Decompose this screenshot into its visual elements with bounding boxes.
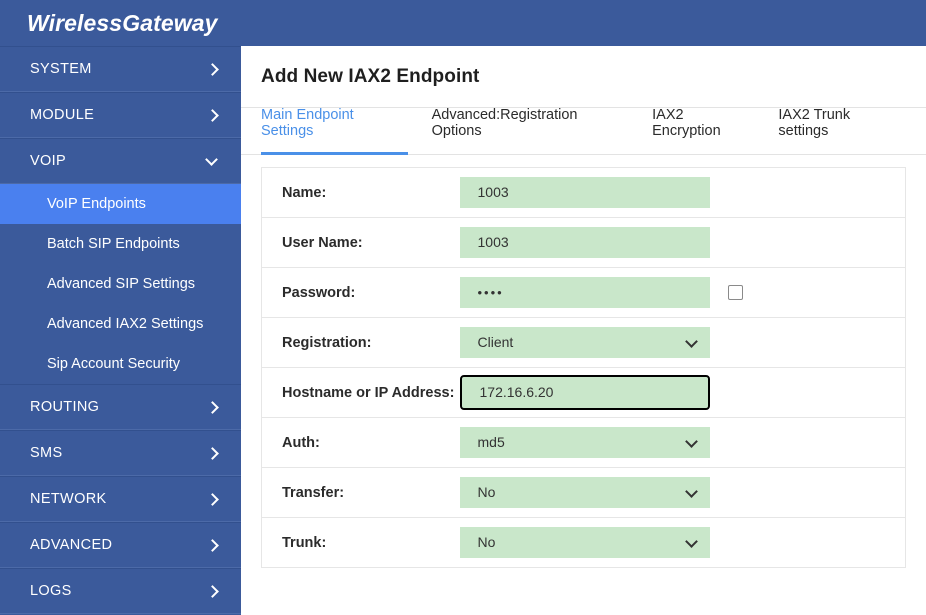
tab-advanced-registration-options[interactable]: Advanced:Registration Options [432, 107, 629, 155]
sidebar-nav[interactable]: SYSTEM MODULE VOIP VoIP Endpoints Batch … [0, 46, 241, 615]
form-row-registration: Registration: Client [261, 318, 906, 368]
registration-field-cell: Client [459, 318, 906, 368]
sidebar-group-routing-label: ROUTING [30, 399, 100, 415]
transfer-field-cell: No [459, 468, 906, 518]
hostname-label: Hostname or IP Address: [282, 384, 455, 401]
main-content: Add New IAX2 Endpoint Main Endpoint Sett… [241, 46, 926, 615]
form-container: Name: 1003 User Name: 1003 Password: •••… [241, 155, 926, 568]
sidebar-item-batch-sip-endpoints[interactable]: Batch SIP Endpoints [0, 224, 241, 264]
form-row-transfer: Transfer: No [261, 468, 906, 518]
name-input[interactable]: 1003 [459, 177, 710, 208]
sidebar-item-label: VoIP Endpoints [47, 196, 146, 212]
auth-select-value: md5 [477, 434, 505, 450]
chevron-right-icon [205, 446, 219, 460]
chevron-down-icon [686, 537, 697, 548]
auth-select[interactable]: md5 [459, 427, 710, 458]
sidebar-item-label: Batch SIP Endpoints [47, 236, 180, 252]
chevron-down-icon [686, 437, 697, 448]
chevron-down-icon [686, 487, 697, 498]
page-title: Add New IAX2 Endpoint [241, 46, 926, 108]
name-label: Name: [282, 184, 327, 201]
chevron-down-icon [686, 337, 697, 348]
chevron-right-icon [205, 62, 219, 76]
chevron-right-icon [205, 400, 219, 414]
chevron-down-icon [205, 154, 219, 168]
form-row-trunk: Trunk: No [261, 518, 906, 568]
tab-label: IAX2 Trunk settings [778, 107, 851, 139]
sidebar-group-voip[interactable]: VOIP [0, 138, 241, 184]
password-field-cell: •••• [459, 268, 906, 318]
form-row-name: Name: 1003 [261, 168, 906, 218]
tab-label: Main Endpoint Settings [261, 107, 354, 139]
tab-label: IAX2 Encryption [652, 107, 721, 139]
form-row-password: Password: •••• [261, 268, 906, 318]
registration-select-value: Client [477, 334, 514, 350]
trunk-select[interactable]: No [459, 527, 710, 558]
sidebar-group-network[interactable]: NETWORK [0, 476, 241, 522]
user-name-label: User Name: [282, 234, 363, 251]
transfer-select-value: No [477, 484, 496, 500]
form-row-auth: Auth: md5 [261, 418, 906, 468]
transfer-label: Transfer: [282, 484, 345, 501]
sidebar-group-logs[interactable]: LOGS [0, 568, 241, 614]
sidebar-group-sms[interactable]: SMS [0, 430, 241, 476]
chevron-right-icon [205, 108, 219, 122]
chevron-right-icon [205, 584, 219, 598]
app-root: WirelessGateway SYSTEM MODULE VOIP VoIP … [0, 0, 926, 615]
sidebar-group-routing[interactable]: ROUTING [0, 384, 241, 430]
sidebar-group-voip-label: VOIP [30, 153, 67, 169]
sidebar-group-system-label: SYSTEM [30, 61, 92, 77]
trunk-field-cell: No [459, 518, 906, 568]
sidebar-item-advanced-iax2-settings[interactable]: Advanced IAX2 Settings [0, 304, 241, 344]
user-name-input[interactable]: 1003 [459, 227, 710, 258]
sidebar-item-label: Advanced IAX2 Settings [47, 316, 204, 332]
sidebar-group-logs-label: LOGS [30, 583, 72, 599]
registration-select[interactable]: Client [459, 327, 710, 358]
sidebar-group-sms-label: SMS [30, 445, 63, 461]
tab-main-endpoint-settings[interactable]: Main Endpoint Settings [261, 107, 408, 155]
top-header: WirelessGateway [0, 0, 926, 46]
sidebar-group-system[interactable]: SYSTEM [0, 46, 241, 92]
registration-label: Registration: [282, 334, 372, 351]
sidebar-group-advanced-label: ADVANCED [30, 537, 113, 553]
form-row-user-name: User Name: 1003 [261, 218, 906, 268]
tab-iax2-encryption[interactable]: IAX2 Encryption [652, 107, 754, 155]
form-row-hostname: Hostname or IP Address: 172.16.6.20 [261, 368, 906, 418]
password-label: Password: [282, 284, 356, 301]
hostname-field-cell: 172.16.6.20 [459, 368, 906, 418]
trunk-label: Trunk: [282, 534, 327, 551]
sidebar-group-module[interactable]: MODULE [0, 92, 241, 138]
sidebar-group-module-label: MODULE [30, 107, 95, 123]
transfer-select[interactable]: No [459, 477, 710, 508]
hostname-input[interactable]: 172.16.6.20 [459, 375, 710, 410]
sidebar-group-advanced[interactable]: ADVANCED [0, 522, 241, 568]
password-input[interactable]: •••• [459, 277, 710, 308]
sidebar-item-voip-endpoints[interactable]: VoIP Endpoints [0, 184, 241, 224]
show-password-checkbox[interactable] [727, 285, 743, 300]
trunk-select-value: No [477, 534, 496, 550]
user-name-field-cell: 1003 [459, 218, 906, 268]
name-field-cell: 1003 [459, 168, 906, 218]
chevron-right-icon [205, 538, 219, 552]
auth-field-cell: md5 [459, 418, 906, 468]
sidebar-group-network-label: NETWORK [30, 491, 107, 507]
sidebar-item-label: Sip Account Security [47, 356, 180, 372]
auth-label: Auth: [282, 434, 320, 451]
sidebar-item-advanced-sip-settings[interactable]: Advanced SIP Settings [0, 264, 241, 304]
tab-iax2-trunk-settings[interactable]: IAX2 Trunk settings [778, 107, 902, 155]
sidebar-item-label: Advanced SIP Settings [47, 276, 196, 292]
tab-label: Advanced:Registration Options [431, 107, 578, 139]
tab-bar: Main Endpoint Settings Advanced:Registra… [241, 107, 926, 155]
sidebar-item-sip-account-security[interactable]: Sip Account Security [0, 344, 241, 384]
brand-logo: WirelessGateway [27, 9, 218, 36]
chevron-right-icon [205, 492, 219, 506]
endpoint-settings-form: Name: 1003 User Name: 1003 Password: •••… [261, 167, 906, 568]
